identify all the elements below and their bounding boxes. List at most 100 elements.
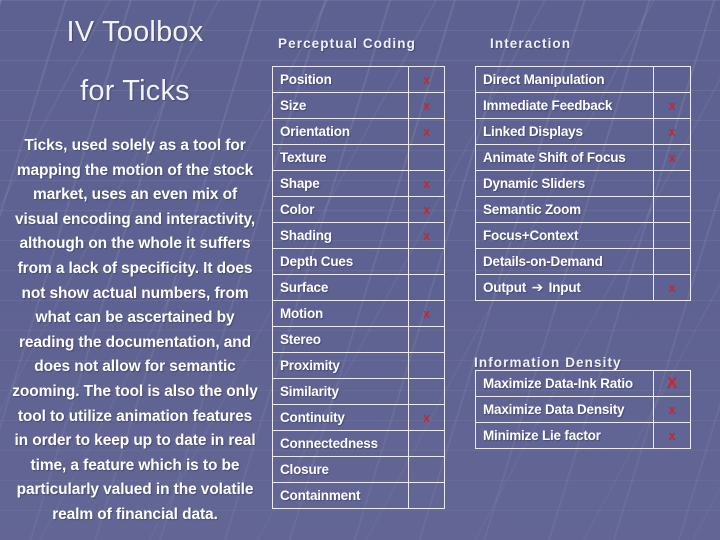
description-paragraph: Ticks, used solely as a tool for mapping… xyxy=(12,137,258,523)
density-row-label: Maximize Data-Ink Ratio xyxy=(475,370,654,397)
table-row: Closure xyxy=(272,456,445,483)
table-row: Proximity xyxy=(272,352,445,379)
table-row: Orientation x xyxy=(272,118,445,145)
interaction-row-mark xyxy=(653,170,691,197)
table-row: Continuity x xyxy=(272,404,445,431)
table-row: Shape x xyxy=(272,170,445,197)
interaction-row-mark: x xyxy=(653,274,691,301)
table-row: Texture xyxy=(272,144,445,171)
interaction-row-mark xyxy=(653,66,691,93)
table-row: Animate Shift of Focus x xyxy=(475,144,691,171)
table-row: Surface xyxy=(272,274,445,301)
perceptual-row-label: Shading xyxy=(272,222,409,249)
interaction-row-mark xyxy=(653,196,691,223)
table-row: Minimize Lie factor x xyxy=(475,422,691,449)
density-row-mark: x xyxy=(653,396,691,423)
interaction-row-label: Dynamic Sliders xyxy=(475,170,654,197)
interaction-row-label: Semantic Zoom xyxy=(475,196,654,223)
perceptual-row-mark xyxy=(408,274,445,301)
perceptual-coding-table-body: Position x Size x Orientation x Texture Shape x C… xyxy=(272,66,445,509)
interaction-row-label: Linked Displays xyxy=(475,118,654,145)
interaction-table: Direct Manipulation Immediate Feedback x Li… xyxy=(475,66,691,301)
perceptual-row-label: Similarity xyxy=(272,378,409,405)
perceptual-row-mark: x xyxy=(408,196,445,223)
interaction-row-label: Output ➔ Input xyxy=(475,274,654,301)
perceptual-row-mark xyxy=(408,456,445,483)
perceptual-row-mark: x xyxy=(408,66,445,93)
perceptual-row-mark xyxy=(408,378,445,405)
information-density-table-body: Maximize Data-Ink Ratio X Maximize Data De… xyxy=(475,370,691,449)
perceptual-row-label: Connectedness xyxy=(272,430,409,457)
interaction-row-mark: x xyxy=(653,118,691,145)
perceptual-row-mark xyxy=(408,352,445,379)
interaction-row-mark xyxy=(653,222,691,249)
table-row: Output ➔ Input x xyxy=(475,274,691,301)
perceptual-row-label: Surface xyxy=(272,274,409,301)
section-heading-information-density: Information Density xyxy=(474,355,622,370)
table-row: Size x xyxy=(272,92,445,119)
density-row-label: Maximize Data Density xyxy=(475,396,654,423)
perceptual-row-mark: x xyxy=(408,300,445,327)
perceptual-row-mark: x xyxy=(408,118,445,145)
perceptual-row-mark: x xyxy=(408,404,445,431)
table-row: Linked Displays x xyxy=(475,118,691,145)
perceptual-row-mark xyxy=(408,248,445,275)
table-row: Details-on-Demand xyxy=(475,248,691,275)
perceptual-row-label: Containment xyxy=(272,482,409,509)
perceptual-row-label: Texture xyxy=(272,144,409,171)
interaction-row-mark xyxy=(653,248,691,275)
perceptual-row-mark xyxy=(408,326,445,353)
table-row: Immediate Feedback x xyxy=(475,92,691,119)
perceptual-row-mark xyxy=(408,144,445,171)
perceptual-row-label: Orientation xyxy=(272,118,409,145)
table-row: Similarity xyxy=(272,378,445,405)
interaction-row-label: Animate Shift of Focus xyxy=(475,144,654,171)
perceptual-row-label: Motion xyxy=(272,300,409,327)
perceptual-row-label: Stereo xyxy=(272,326,409,353)
perceptual-coding-table: Position x Size x Orientation x Texture Shape x C… xyxy=(272,66,445,509)
right-arrow-icon: ➔ xyxy=(531,279,544,296)
interaction-row-label: Immediate Feedback xyxy=(475,92,654,119)
table-row: Dynamic Sliders xyxy=(475,170,691,197)
density-row-label: Minimize Lie factor xyxy=(475,422,654,449)
section-heading-interaction: Interaction xyxy=(490,36,572,51)
table-row: Maximize Data-Ink Ratio X xyxy=(475,370,691,397)
density-row-mark: X xyxy=(653,370,691,397)
table-row: Shading x xyxy=(272,222,445,249)
perceptual-row-label: Proximity xyxy=(272,352,409,379)
information-density-table: Maximize Data-Ink Ratio X Maximize Data De… xyxy=(475,370,691,449)
perceptual-row-label: Closure xyxy=(272,456,409,483)
perceptual-row-mark xyxy=(408,430,445,457)
page-title-line-2: for Ticks xyxy=(80,75,190,107)
table-row: Maximize Data Density x xyxy=(475,396,691,423)
perceptual-row-mark: x xyxy=(408,170,445,197)
interaction-row-mark: x xyxy=(653,92,691,119)
table-row: Containment xyxy=(272,482,445,509)
page-title: IV Toolbox for Ticks xyxy=(6,18,264,106)
perceptual-row-label: Size xyxy=(272,92,409,119)
density-row-mark: x xyxy=(653,422,691,449)
perceptual-row-mark xyxy=(408,482,445,509)
interaction-row-label: Focus+Context xyxy=(475,222,654,249)
table-row: Semantic Zoom xyxy=(475,196,691,223)
slide-canvas: IV Toolbox for Ticks Ticks, used solely … xyxy=(0,0,720,540)
perceptual-row-label: Color xyxy=(272,196,409,223)
interaction-row-label: Direct Manipulation xyxy=(475,66,654,93)
perceptual-row-mark: x xyxy=(408,222,445,249)
left-text-column: IV Toolbox for Ticks Ticks, used solely … xyxy=(6,8,264,528)
table-row: Direct Manipulation xyxy=(475,66,691,93)
table-row: Position x xyxy=(272,66,445,93)
page-title-line-1: IV Toolbox xyxy=(66,16,204,48)
perceptual-row-mark: x xyxy=(408,92,445,119)
section-heading-perceptual-coding: Perceptual Coding xyxy=(278,36,416,51)
perceptual-row-label: Depth Cues xyxy=(272,248,409,275)
interaction-row-label: Details-on-Demand xyxy=(475,248,654,275)
table-row: Focus+Context xyxy=(475,222,691,249)
table-row: Color x xyxy=(272,196,445,223)
interaction-table-body: Direct Manipulation Immediate Feedback x Li… xyxy=(475,66,691,301)
table-row: Stereo xyxy=(272,326,445,353)
interaction-row-mark: x xyxy=(653,144,691,171)
perceptual-row-label: Position xyxy=(272,66,409,93)
perceptual-row-label: Shape xyxy=(272,170,409,197)
table-row: Motion x xyxy=(272,300,445,327)
